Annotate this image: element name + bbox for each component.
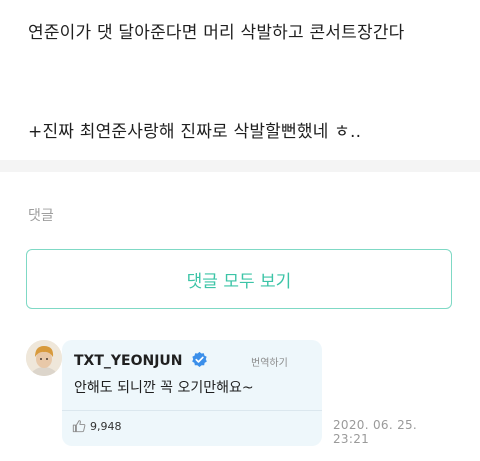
comment-author[interactable]: TXT_YEONJUN xyxy=(74,353,183,369)
post-text-line-2: +진짜 최연준사랑해 진짜로 삭발할뻔했네 ㅎ.. xyxy=(28,122,362,142)
comment-divider xyxy=(62,410,322,411)
avatar[interactable] xyxy=(26,340,62,376)
post-text-line-1: 연준이가 댓 달아준다면 머리 삭발하고 콘서트장간다 xyxy=(28,23,405,43)
view-all-comments-button[interactable]: 댓글 모두 보기 xyxy=(26,249,452,309)
thumbs-up-icon xyxy=(72,420,86,433)
avatar-image xyxy=(26,340,62,376)
translate-link[interactable]: 번역하기 xyxy=(251,354,288,369)
comment-timestamp: 2020. 06. 25. 23:21 xyxy=(333,418,418,446)
verified-badge-icon xyxy=(192,351,207,367)
like-count: 9,948 xyxy=(90,419,122,433)
like-button[interactable]: 9,948 xyxy=(72,419,122,433)
post-body: 연준이가 댓 달아준다면 머리 삭발하고 콘서트장간다 +진짜 최연준사랑해 진… xyxy=(0,0,480,160)
comment-bubble: TXT_YEONJUN 번역하기 안해도 되니깐 꼭 오기만해요~ 9,948 xyxy=(62,340,322,446)
comment-text: 안해도 되니깐 꼭 오기만해요~ xyxy=(74,380,254,396)
comments-heading: 댓글 xyxy=(28,208,54,224)
section-divider xyxy=(0,160,480,172)
